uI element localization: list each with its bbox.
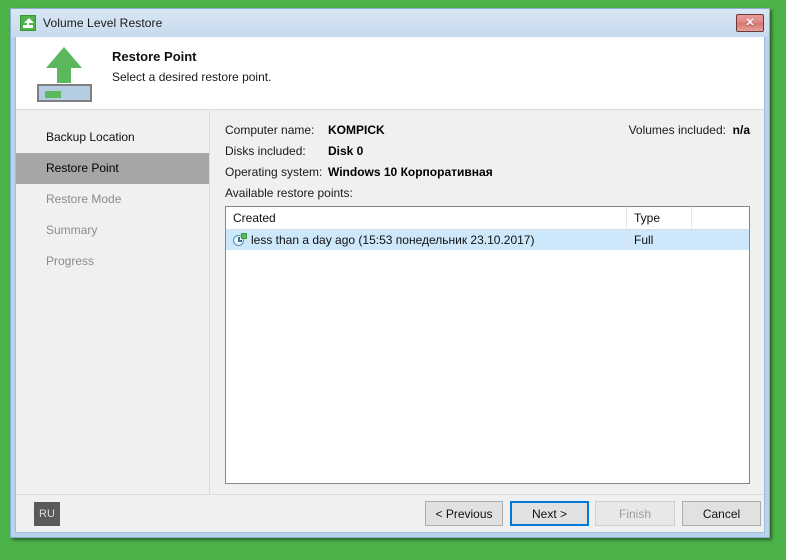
restore-point-type-cell: Full: [627, 230, 692, 250]
sidebar-item-restore-point[interactable]: Restore Point: [16, 153, 209, 184]
table-row[interactable]: less than a day ago (15:53 понедельник 2…: [226, 230, 749, 250]
sidebar-item-restore-mode[interactable]: Restore Mode: [16, 184, 209, 215]
dialog-window: Volume Level Restore ✕ Restore Point Sel…: [10, 8, 770, 538]
column-header-type[interactable]: Type: [627, 207, 692, 230]
page-title: Restore Point: [112, 49, 197, 64]
volumes-included-row: Volumes included: n/a: [629, 123, 750, 137]
wizard-steps-sidebar: Backup Location Restore Point Restore Mo…: [16, 111, 210, 494]
main-panel: Computer name: KOMPICK Disks included: Dis…: [211, 111, 764, 494]
restore-point-created-text: less than a day ago (15:53 понедельник 2…: [251, 233, 535, 247]
page-subtitle: Select a desired restore point.: [112, 70, 272, 84]
next-button[interactable]: Next >: [510, 501, 589, 526]
wizard-header: Restore Point Select a desired restore p…: [16, 37, 764, 110]
computer-name-value: KOMPICK: [328, 123, 385, 137]
column-header-created[interactable]: Created: [226, 207, 627, 230]
dialog-footer: RU < Previous Next > Finish Cancel: [16, 494, 764, 532]
restore-point-created-cell: less than a day ago (15:53 понедельник 2…: [226, 230, 627, 250]
dialog-client: Restore Point Select a desired restore p…: [15, 37, 765, 533]
restore-point-blank-cell: [692, 230, 749, 250]
volume-restore-icon: [20, 15, 36, 31]
restore-drive-icon: [35, 44, 93, 102]
close-icon[interactable]: ✕: [736, 14, 764, 32]
restore-points-body: less than a day ago (15:53 понедельник 2…: [226, 230, 749, 483]
volumes-included-label: Volumes included:: [628, 123, 726, 137]
language-indicator[interactable]: RU: [34, 502, 60, 526]
computer-name-row: Computer name: KOMPICK: [225, 123, 385, 137]
operating-system-label: Operating system:: [225, 165, 323, 179]
disks-included-label: Disks included:: [225, 144, 306, 158]
volumes-included-value: n/a: [732, 123, 750, 137]
previous-button[interactable]: < Previous: [425, 501, 503, 526]
disks-included-value: Disk 0: [328, 144, 364, 158]
sidebar-item-backup-location[interactable]: Backup Location: [16, 122, 209, 153]
cancel-button[interactable]: Cancel: [682, 501, 761, 526]
available-restore-points-label: Available restore points:: [225, 186, 353, 200]
disks-included-row: Disks included: Disk 0: [225, 144, 363, 158]
restore-points-header: Created Type: [226, 207, 749, 230]
computer-name-label: Computer name:: [225, 123, 315, 137]
operating-system-value: Windows 10 Корпоративная: [328, 165, 493, 179]
operating-system-row: Operating system: Windows 10 Корпоративна…: [225, 165, 493, 179]
restore-points-list[interactable]: Created Type less than a day ago (15:53 …: [225, 206, 750, 484]
window-title: Volume Level Restore: [43, 16, 163, 30]
close-glyph: ✕: [745, 16, 755, 29]
title-bar[interactable]: Volume Level Restore ✕: [11, 9, 769, 37]
finish-button: Finish: [595, 501, 675, 526]
sidebar-item-summary[interactable]: Summary: [16, 215, 209, 246]
sidebar-item-progress[interactable]: Progress: [16, 246, 209, 277]
restore-point-clock-icon: [233, 232, 247, 247]
